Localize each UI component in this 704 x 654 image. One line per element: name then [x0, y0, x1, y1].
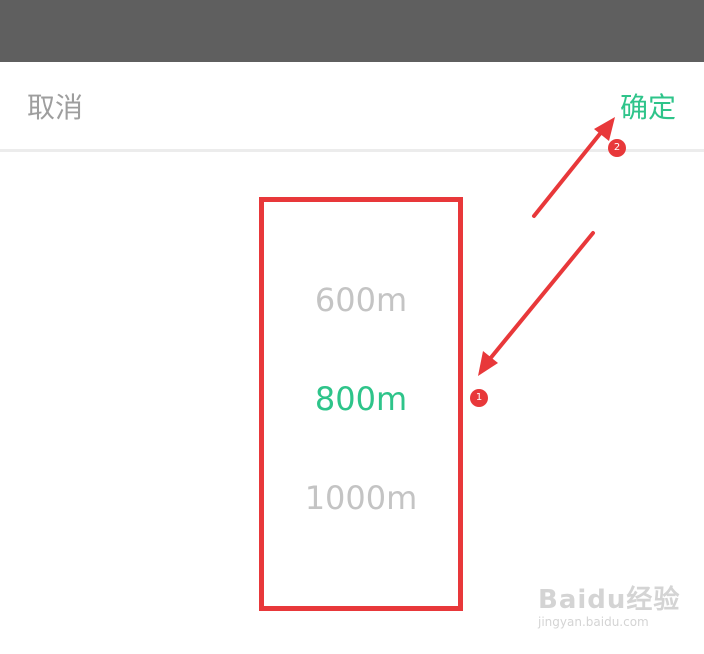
watermark-brand: Baidu经验	[538, 585, 681, 615]
watermark: Baidu经验 jingyan.baidu.com	[538, 586, 698, 630]
arrow-to-picker	[478, 231, 595, 376]
watermark-url: jingyan.baidu.com	[538, 615, 649, 629]
annotation-badge-2: 2	[608, 139, 626, 157]
annotation-arrows	[478, 117, 615, 376]
annotation-badge-1: 1	[470, 389, 488, 407]
arrow-to-confirm	[532, 117, 615, 218]
